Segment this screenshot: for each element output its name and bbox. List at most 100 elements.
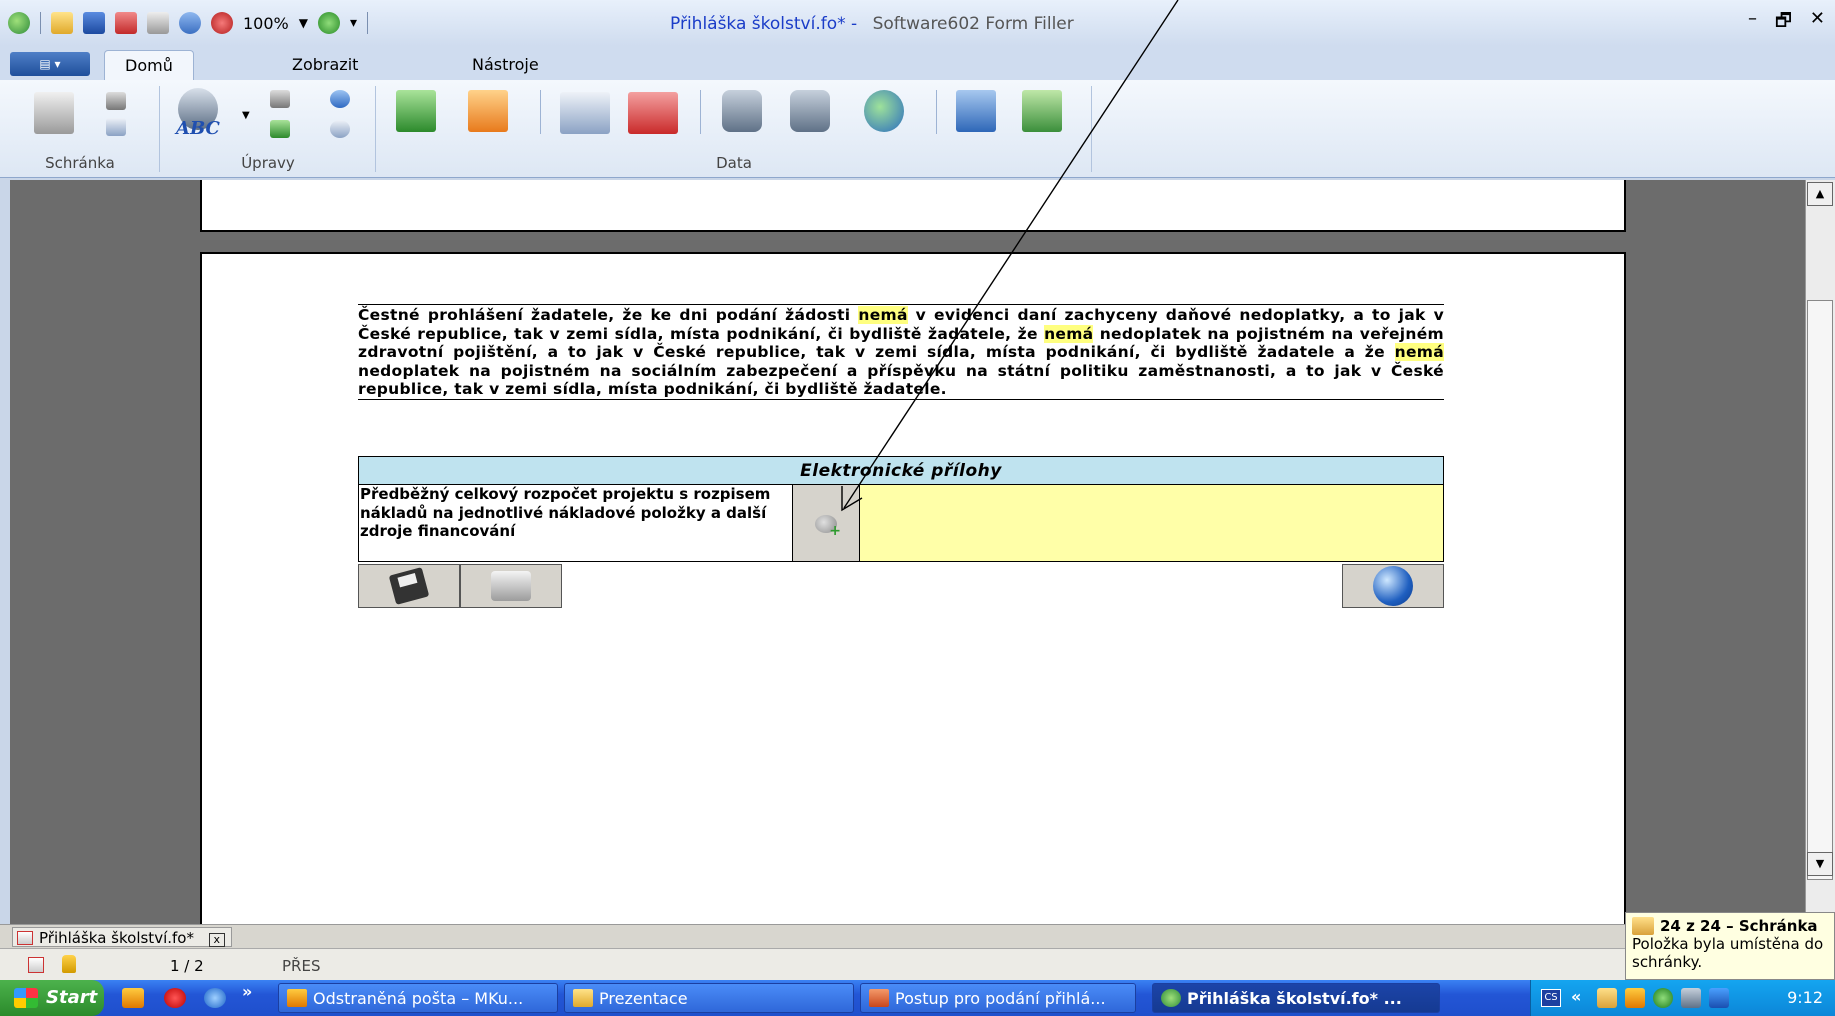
redo-icon[interactable] — [330, 120, 350, 138]
outlook-tray-icon[interactable] — [1625, 988, 1645, 1008]
group-label-schranka: Schránka — [45, 154, 115, 172]
toolbar-separator — [40, 12, 41, 34]
copy-icon[interactable] — [106, 118, 126, 136]
form-document-icon — [17, 931, 33, 945]
spellcheck-label[interactable]: ABC — [176, 118, 220, 139]
separator — [700, 90, 701, 134]
ribbon-panel: Schránka ABC ▼ Úpravy Data — [0, 80, 1835, 178]
tab-nastroje[interactable]: Nástroje — [452, 50, 559, 80]
show-hidden-icons-button[interactable]: « — [1571, 987, 1581, 1006]
printer-icon — [491, 571, 531, 601]
zoom-in-icon[interactable] — [317, 12, 340, 34]
green-tray-icon[interactable] — [1653, 988, 1673, 1008]
taskbar-item-outlook[interactable]: Odstraněná pošta – MKu... — [278, 983, 558, 1013]
document-tabs: Přihláška školství.fo* x — [0, 924, 1625, 948]
highlight-nema: nemá — [858, 306, 908, 324]
cut-icon[interactable] — [106, 92, 126, 110]
taskbar-item-prezentace[interactable]: Prezentace — [564, 983, 854, 1013]
zoom-level[interactable]: 100% — [243, 14, 289, 33]
calculator-icon[interactable] — [956, 90, 996, 132]
group-label-data: Data — [716, 154, 752, 172]
title-bar: 100% ▼ ▾ Přihláška školství.fo* - Softwa… — [0, 0, 1835, 46]
replace-icon[interactable] — [270, 120, 290, 138]
undo-icon[interactable] — [179, 12, 201, 34]
tab-zobrazit[interactable]: Zobrazit — [272, 50, 378, 80]
group-data: Data — [376, 80, 1092, 178]
pdf-export-icon[interactable] — [115, 12, 137, 34]
validate-form-icon[interactable] — [1022, 90, 1062, 132]
print-icon[interactable] — [147, 12, 169, 34]
clipboard-tray-icon[interactable] — [1597, 988, 1617, 1008]
windows-logo-icon — [14, 988, 38, 1008]
import-data-icon[interactable] — [396, 90, 436, 132]
folder-icon — [573, 989, 593, 1007]
attachments-table: Elektronické přílohy Předběžný celkový r… — [358, 456, 1444, 562]
add-attachment-button[interactable] — [793, 485, 860, 561]
undo-icon[interactable] — [330, 90, 350, 108]
add-attachment-icon — [815, 515, 841, 539]
save-icon[interactable] — [83, 12, 105, 34]
delete-row-icon[interactable] — [628, 92, 678, 134]
add-row-icon[interactable] — [560, 92, 610, 134]
zoom-dropdown-icon[interactable]: ▼ — [299, 16, 308, 30]
quicklaunch-more-button[interactable]: » — [242, 982, 258, 1002]
language-indicator[interactable]: CS — [1541, 989, 1561, 1007]
database-save-icon[interactable] — [790, 90, 830, 132]
close-tab-button[interactable]: x — [208, 933, 225, 947]
taskbar-item-label: Prezentace — [599, 989, 688, 1008]
taskbar-item-label: Postup pro podání přihlá... — [895, 989, 1106, 1008]
clipboard-notification[interactable]: 24 z 24 – Schránka Položka byla umístěna… — [1625, 912, 1835, 980]
start-button[interactable]: Start — [0, 980, 104, 1016]
database-web-icon[interactable] — [864, 90, 904, 132]
attachments-header: Elektronické přílohy — [359, 457, 1443, 485]
separator — [936, 90, 937, 134]
page-indicator: 1 / 2 — [170, 957, 204, 975]
zoom-out-icon[interactable] — [211, 12, 233, 34]
restore-button[interactable]: 🗗 — [1775, 8, 1792, 38]
scroll-thumb[interactable] — [1807, 300, 1833, 880]
taskbar-item-powerpoint[interactable]: Postup pro podání přihlá... — [860, 983, 1136, 1013]
close-button[interactable]: ✕ — [1810, 8, 1825, 38]
print-form-button[interactable] — [460, 564, 562, 608]
customize-toolbar-icon[interactable]: ▾ — [350, 15, 357, 31]
document-tab-label: Přihláška školství.fo* — [39, 929, 194, 947]
paste-icon[interactable] — [34, 92, 74, 134]
tab-domu[interactable]: Domů — [104, 50, 194, 80]
powerpoint-icon — [869, 989, 889, 1007]
internet-explorer-icon[interactable] — [204, 988, 226, 1008]
taskbar-item-form-filler[interactable]: Přihláška školství.fo* ... — [1152, 983, 1440, 1013]
save-form-button[interactable] — [358, 564, 460, 608]
spellcheck-dropdown-icon[interactable]: ▼ — [242, 110, 250, 121]
database-open-icon[interactable] — [722, 90, 762, 132]
vertical-scrollbar[interactable]: ▲ ▼ — [1805, 180, 1835, 924]
attachment-field[interactable] — [860, 485, 1443, 561]
opera-icon[interactable] — [164, 988, 186, 1008]
window-title: Přihláška školství.fo* - Software602 For… — [670, 14, 1074, 34]
monitor-tray-icon[interactable] — [1709, 988, 1729, 1008]
clock: 9:12 — [1787, 988, 1823, 1007]
find-replace-icon[interactable] — [270, 90, 290, 108]
separator — [540, 90, 541, 134]
export-data-icon[interactable] — [468, 90, 508, 132]
declaration-text: Čestné prohlášení žadatele, že ke dni po… — [358, 304, 1444, 400]
app-menu-button[interactable]: ▤ ▾ — [10, 52, 90, 76]
group-upravy: ABC ▼ Úpravy — [160, 80, 376, 178]
scroll-up-button[interactable]: ▲ — [1807, 182, 1833, 206]
clipboard-notification-message: Položka byla umístěna do schránky. — [1632, 935, 1824, 971]
outlook-icon[interactable] — [122, 988, 144, 1008]
submit-online-button[interactable] — [1342, 564, 1444, 608]
document-tab[interactable]: Přihláška školství.fo* x — [12, 927, 232, 947]
taskbar-item-label: Přihláška školství.fo* ... — [1187, 989, 1402, 1008]
window-title-document: Přihláška školství.fo* - — [670, 14, 858, 34]
open-folder-icon[interactable] — [51, 12, 73, 34]
start-label: Start — [46, 987, 98, 1008]
group-separator — [1091, 86, 1092, 172]
group-schranka: Schránka — [0, 80, 160, 178]
form-status-icon — [28, 957, 44, 973]
scroll-down-button[interactable]: ▼ — [1807, 852, 1833, 876]
app-logo-icon[interactable] — [8, 12, 30, 34]
minimize-button[interactable]: – — [1748, 8, 1757, 38]
quick-access-toolbar: 100% ▼ ▾ — [0, 12, 369, 34]
clipboard-notification-title: 24 z 24 – Schránka — [1632, 917, 1828, 935]
network-tray-icon[interactable] — [1681, 988, 1701, 1008]
